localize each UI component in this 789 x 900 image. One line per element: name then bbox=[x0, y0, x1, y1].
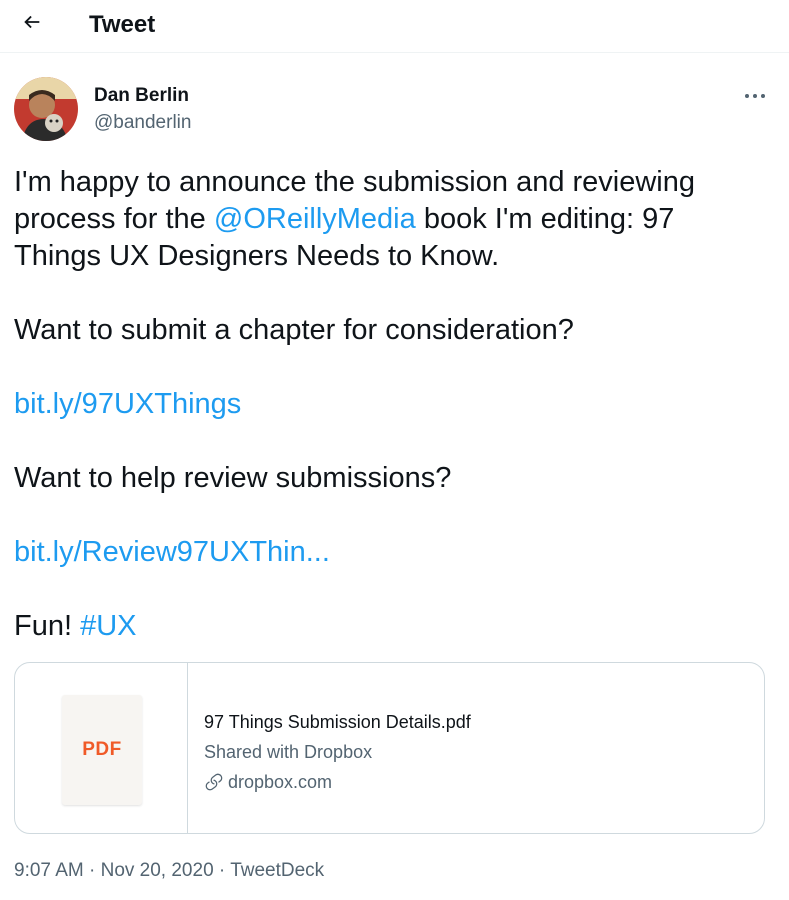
more-button[interactable] bbox=[740, 82, 770, 108]
tweet-text-part: Fun! bbox=[14, 610, 81, 642]
tweet-time[interactable]: 9:07 AM bbox=[14, 860, 84, 881]
tweet-source[interactable]: TweetDeck bbox=[230, 860, 324, 881]
meta-separator: · bbox=[89, 860, 96, 881]
pdf-label: PDF bbox=[82, 739, 122, 760]
back-button[interactable] bbox=[14, 6, 50, 42]
mention-link[interactable]: @OReillyMedia bbox=[214, 203, 416, 235]
meta-separator: · bbox=[218, 860, 226, 881]
tweet-paragraph: Fun! #UX bbox=[14, 608, 754, 645]
author-handle[interactable]: @banderlin bbox=[94, 111, 191, 135]
link-card[interactable]: PDF 97 Things Submission Details.pdf Sha… bbox=[14, 662, 765, 834]
card-description: Shared with Dropbox bbox=[204, 742, 373, 762]
review-link[interactable]: bit.ly/Review97UXThin... bbox=[14, 536, 330, 568]
tweet-text: I'm happy to announce the submission and… bbox=[14, 164, 754, 645]
more-horizontal-icon bbox=[744, 86, 766, 104]
submission-link[interactable]: bit.ly/97UXThings bbox=[14, 388, 241, 420]
top-bar: Tweet bbox=[0, 0, 789, 53]
card-title: 97 Things Submission Details.pdf bbox=[204, 712, 471, 732]
pdf-file-icon: PDF bbox=[62, 695, 142, 805]
arrow-left-icon bbox=[21, 11, 43, 38]
tweet-paragraph: I'm happy to announce the submission and… bbox=[14, 164, 754, 275]
page-title: Tweet bbox=[89, 11, 156, 38]
avatar[interactable] bbox=[14, 77, 78, 141]
tweet-meta: 9:07 AM · Nov 20, 2020 · TweetDeck bbox=[14, 858, 324, 884]
tweet-date[interactable]: Nov 20, 2020 bbox=[101, 860, 214, 881]
author-name[interactable]: Dan Berlin bbox=[94, 84, 189, 108]
card-thumbnail: PDF bbox=[15, 663, 188, 833]
hashtag-link[interactable]: #UX bbox=[80, 610, 136, 642]
card-domain: dropbox.com bbox=[204, 767, 471, 797]
card-info: 97 Things Submission Details.pdf Shared … bbox=[204, 707, 471, 797]
tweet-paragraph: Want to help review submissions? bbox=[14, 462, 452, 494]
link-icon bbox=[204, 772, 224, 792]
card-domain-text: dropbox.com bbox=[228, 772, 333, 792]
tweet-paragraph: Want to submit a chapter for considerati… bbox=[14, 314, 574, 346]
